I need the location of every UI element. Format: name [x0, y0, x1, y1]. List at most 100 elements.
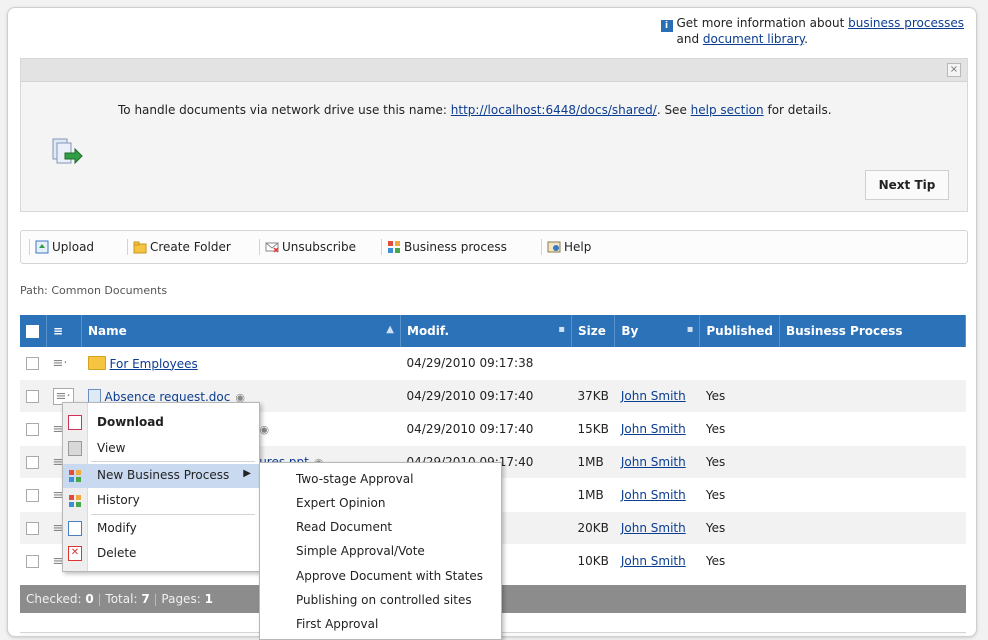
folder-icon — [133, 241, 147, 254]
select-all-checkbox[interactable] — [26, 325, 39, 338]
column-business-process[interactable]: Business Process — [779, 315, 967, 347]
toolbar-separator — [541, 239, 542, 255]
business-process-submenu: Two-stage Approval Expert Opinion Read D… — [259, 462, 502, 640]
item-business-process — [779, 544, 966, 578]
item-size: 20KB — [571, 511, 615, 545]
item-author-link[interactable]: John Smith — [621, 554, 686, 568]
submenu-arrow-icon: ▶ — [243, 468, 251, 479]
item-author-link[interactable]: John Smith — [621, 455, 686, 469]
item-size: 10KB — [571, 544, 615, 578]
tip-header: × — [21, 59, 967, 82]
toolbar-separator — [29, 239, 30, 255]
table-row[interactable]: ≡· For Employees 04/29/2010 09:17:38 — [20, 347, 966, 380]
item-published: Yes — [699, 478, 780, 512]
item-business-process — [779, 478, 966, 512]
checked-count: 0 — [85, 592, 94, 606]
item-published: Yes — [699, 379, 780, 413]
item-published: Yes — [699, 445, 780, 479]
info-text: Get more information about — [676, 16, 845, 30]
submenu-item-two-stage-approval[interactable]: Two-stage Approval — [296, 472, 413, 486]
column-name[interactable]: Name ▲ — [81, 315, 401, 347]
info-icon: i — [660, 20, 673, 32]
toolbar-separator — [127, 239, 128, 255]
item-business-process — [779, 445, 966, 479]
menu-item-modify[interactable]: Modify — [63, 517, 259, 541]
context-menu: Download View New Business Process ▶ His… — [62, 402, 260, 572]
pages-count: 1 — [204, 592, 213, 606]
total-count: 7 — [141, 592, 150, 606]
help-button[interactable]: Help — [547, 239, 591, 255]
menu-item-download[interactable]: Download — [63, 411, 259, 435]
menu-header[interactable]: ≡ — [46, 315, 82, 347]
column-by[interactable]: By ▪ — [614, 315, 701, 347]
breadcrumb: Path: Common Documents — [20, 284, 168, 297]
info-and: and — [676, 32, 700, 46]
item-business-process — [779, 347, 966, 380]
help-book-icon — [547, 241, 561, 253]
column-modif[interactable]: Modif. ▪ — [400, 315, 572, 347]
next-tip-button[interactable]: Next Tip — [865, 170, 949, 200]
row-menu-icon[interactable]: ≡· — [53, 356, 68, 371]
business-processes-link[interactable]: business processes — [848, 16, 964, 30]
row-checkbox[interactable] — [26, 489, 39, 502]
item-size: 15KB — [571, 412, 615, 446]
item-size: 1MB — [571, 478, 615, 512]
modify-icon — [68, 521, 82, 536]
business-process-icon — [388, 241, 400, 253]
item-size: 1MB — [571, 445, 615, 479]
preview-icon[interactable]: ◉ — [260, 423, 270, 436]
help-section-link[interactable]: help section — [691, 103, 764, 117]
item-published: Yes — [699, 511, 780, 545]
item-author-link[interactable]: John Smith — [621, 521, 686, 535]
item-modified: 04/29/2010 09:17:40 — [400, 412, 572, 446]
download-icon — [68, 415, 82, 430]
item-business-process — [779, 412, 966, 446]
document-library-link[interactable]: document library — [703, 32, 804, 46]
row-checkbox[interactable] — [26, 555, 39, 568]
close-icon[interactable]: × — [947, 63, 961, 77]
item-name-link[interactable]: For Employees — [110, 357, 198, 371]
row-checkbox[interactable] — [26, 357, 39, 370]
tip-text: To handle documents via network drive us… — [118, 103, 832, 117]
row-checkbox[interactable] — [26, 390, 39, 403]
submenu-item-first-approval[interactable]: First Approval — [296, 617, 378, 631]
row-checkbox[interactable] — [26, 522, 39, 535]
menu-item-history[interactable]: History — [63, 489, 259, 513]
history-icon — [69, 495, 81, 507]
info-suffix: . — [804, 32, 808, 46]
menu-item-delete[interactable]: ✕ Delete — [63, 542, 259, 566]
row-checkbox[interactable] — [26, 456, 39, 469]
upload-button[interactable]: Upload — [35, 239, 94, 255]
create-folder-button[interactable]: Create Folder — [133, 239, 231, 255]
submenu-item-approve-with-states[interactable]: Approve Document with States — [296, 569, 483, 583]
column-published[interactable]: Published — [699, 315, 780, 347]
submenu-item-simple-approval[interactable]: Simple Approval/Vote — [296, 544, 425, 558]
submenu-item-expert-opinion[interactable]: Expert Opinion — [296, 496, 385, 510]
select-all-header[interactable] — [20, 315, 47, 347]
item-published: Yes — [699, 412, 780, 446]
item-author-link[interactable]: John Smith — [621, 389, 686, 403]
menu-item-view[interactable]: View — [63, 437, 259, 461]
folder-icon — [87, 355, 106, 370]
network-path-link[interactable]: http://localhost:6448/docs/shared/ — [451, 103, 657, 117]
submenu-item-publishing[interactable]: Publishing on controlled sites — [296, 593, 472, 607]
toolbar-separator — [259, 239, 260, 255]
sort-handle-icon: ▪ — [686, 324, 694, 335]
toolbar-separator — [381, 239, 382, 255]
item-author-link[interactable]: John Smith — [621, 488, 686, 502]
toolbar: Upload Create Folder Unsubscribe Busines… — [20, 230, 968, 264]
info-links: i Get more information about business pro… — [660, 16, 964, 46]
menu-lines-icon: ≡ — [53, 324, 64, 338]
mail-x-icon — [265, 242, 279, 253]
submenu-item-read-document[interactable]: Read Document — [296, 520, 392, 534]
menu-item-new-business-process[interactable]: New Business Process ▶ — [63, 464, 259, 488]
business-process-button[interactable]: Business process — [387, 239, 507, 255]
row-checkbox[interactable] — [26, 423, 39, 436]
unsubscribe-button[interactable]: Unsubscribe — [265, 239, 356, 255]
column-size[interactable]: Size — [571, 315, 616, 347]
item-author-link[interactable]: John Smith — [621, 422, 686, 436]
item-modified: 04/29/2010 09:17:40 — [400, 379, 572, 413]
network-drive-icon — [52, 138, 83, 165]
item-business-process — [779, 379, 966, 413]
menu-separator — [91, 461, 255, 462]
